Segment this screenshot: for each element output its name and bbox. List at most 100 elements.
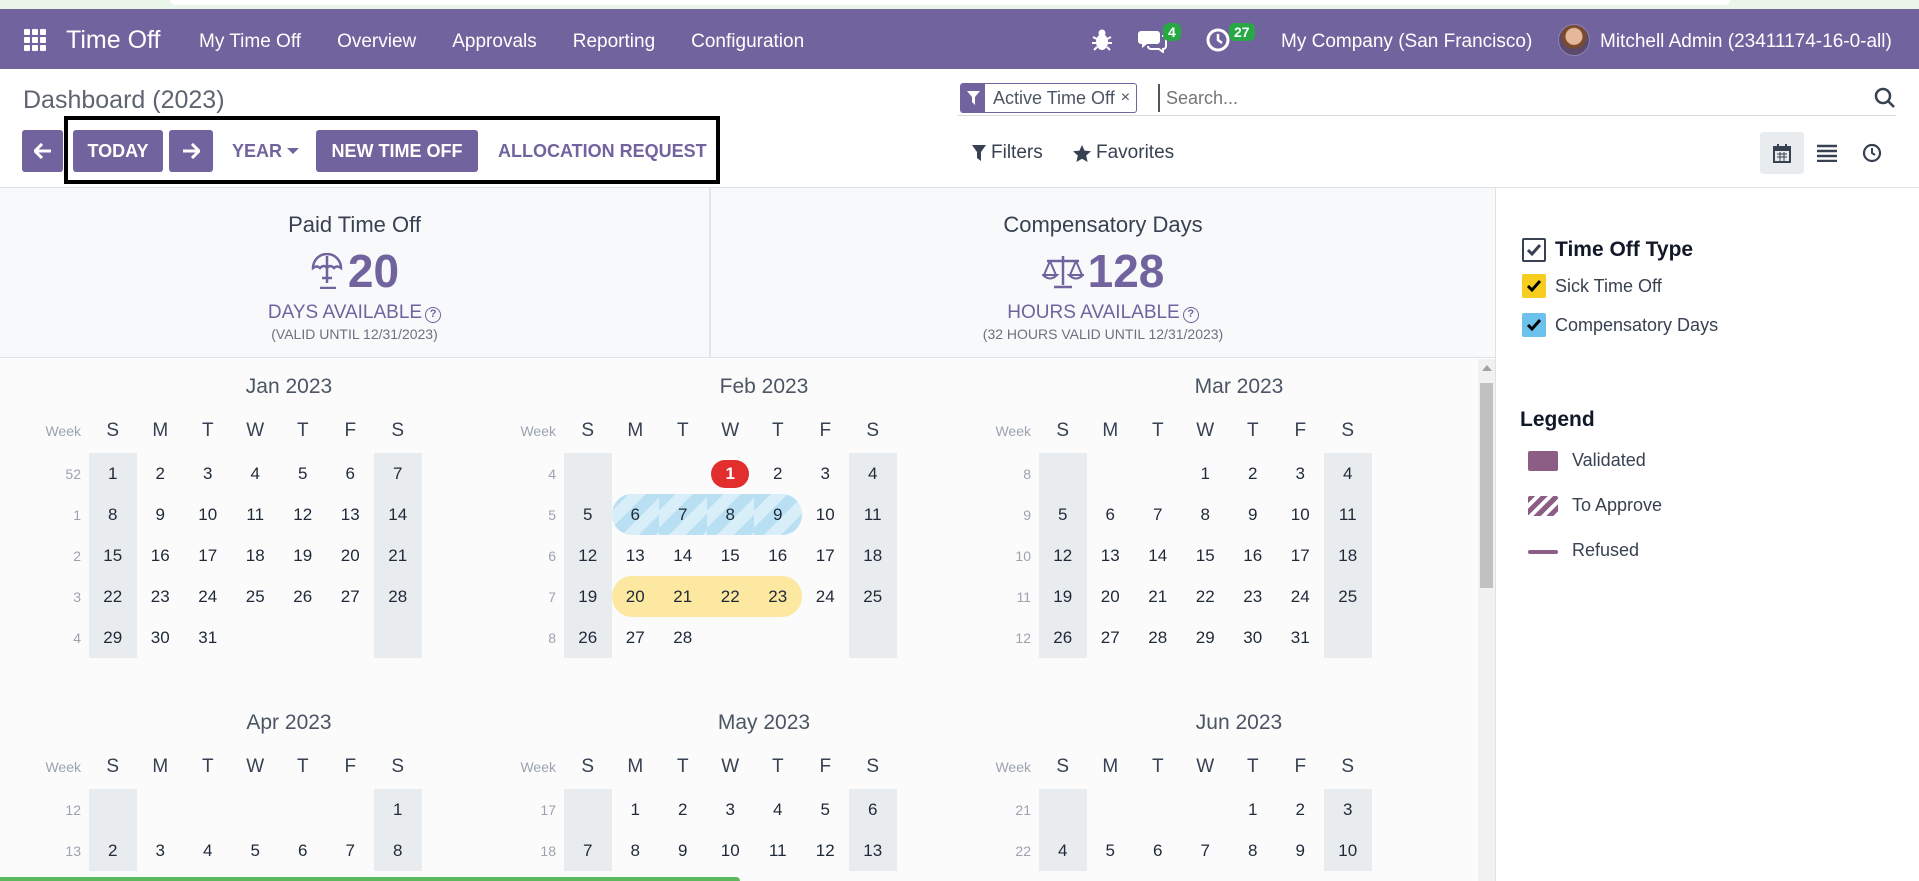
favorites-dropdown[interactable]: Favorites bbox=[1073, 142, 1174, 164]
calendar-day-sick[interactable]: 20 bbox=[611, 576, 659, 617]
calendar-day[interactable]: 24 bbox=[802, 576, 850, 617]
calendar-day[interactable]: 9 bbox=[1229, 494, 1277, 535]
question-icon[interactable]: ? bbox=[425, 307, 442, 323]
calendar-day-compensatory[interactable]: 8 bbox=[706, 494, 754, 535]
calendar-day[interactable]: 21 bbox=[374, 535, 422, 576]
today-button[interactable]: TODAY bbox=[73, 130, 163, 172]
user-menu[interactable]: Mitchell Admin (23411174-16-0-all) bbox=[1600, 31, 1892, 53]
calendar-day[interactable]: 17 bbox=[802, 535, 850, 576]
filters-dropdown[interactable]: Filters bbox=[972, 142, 1043, 164]
calendar-day[interactable]: 11 bbox=[754, 830, 802, 871]
calendar-day[interactable]: 7 bbox=[1182, 830, 1230, 871]
calendar-day[interactable]: 31 bbox=[184, 617, 232, 658]
calendar-day[interactable]: 30 bbox=[1229, 617, 1277, 658]
calendar-day[interactable]: 6 bbox=[279, 830, 327, 871]
calendar-day[interactable]: 4 bbox=[184, 830, 232, 871]
calendar-day[interactable]: 3 bbox=[1324, 789, 1372, 830]
search-input[interactable] bbox=[1158, 84, 1818, 112]
calendar-day[interactable]: 13 bbox=[327, 494, 375, 535]
year-scale-dropdown[interactable]: YEAR bbox=[232, 130, 300, 172]
search-icon[interactable] bbox=[1874, 87, 1896, 109]
calendar-day[interactable]: 20 bbox=[1087, 576, 1135, 617]
stat-paid-time-off[interactable]: Paid Time Off 20 DAYS AVAILABLE? (VALID … bbox=[0, 188, 709, 358]
calendar-day[interactable]: 6 bbox=[849, 789, 897, 830]
calendar-day[interactable]: 3 bbox=[184, 453, 232, 494]
calendar-day[interactable]: 15 bbox=[1182, 535, 1230, 576]
menu-configuration[interactable]: Configuration bbox=[691, 31, 804, 53]
calendar-day[interactable]: 4 bbox=[849, 453, 897, 494]
calendar-day[interactable]: 7 bbox=[1134, 494, 1182, 535]
app-name[interactable]: Time Off bbox=[66, 26, 160, 55]
calendar-day[interactable]: 13 bbox=[612, 535, 660, 576]
question-icon[interactable]: ? bbox=[1182, 307, 1199, 323]
calendar-day[interactable]: 3 bbox=[707, 789, 755, 830]
calendar-day[interactable]: 5 bbox=[564, 494, 612, 535]
calendar-day[interactable]: 11 bbox=[1324, 494, 1372, 535]
calendar-day-compensatory[interactable]: 9 bbox=[754, 494, 802, 535]
calendar-day[interactable]: 25 bbox=[849, 576, 897, 617]
calendar-day[interactable]: 27 bbox=[612, 617, 660, 658]
calendar-day[interactable]: 15 bbox=[707, 535, 755, 576]
calendar-scrollbar[interactable] bbox=[1478, 359, 1495, 881]
calendar-day[interactable]: 23 bbox=[1229, 576, 1277, 617]
calendar-day[interactable]: 12 bbox=[279, 494, 327, 535]
calendar-day-sick[interactable]: 23 bbox=[754, 576, 802, 617]
stat-compensatory-days[interactable]: Compensatory Days 128 HOURS AVAILABLE? (… bbox=[711, 188, 1495, 358]
calendar-day[interactable]: 7 bbox=[374, 453, 422, 494]
calendar-day[interactable]: 2 bbox=[659, 789, 707, 830]
calendar-day[interactable]: 2 bbox=[137, 453, 185, 494]
calendar-day[interactable]: 28 bbox=[1134, 617, 1182, 658]
previous-button[interactable] bbox=[22, 130, 63, 172]
calendar-day[interactable]: 14 bbox=[1134, 535, 1182, 576]
time-off-type-filter[interactable]: Time Off Type bbox=[1522, 238, 1693, 262]
calendar-day[interactable]: 10 bbox=[707, 830, 755, 871]
calendar-day[interactable]: 11 bbox=[849, 494, 897, 535]
activity-view-button[interactable] bbox=[1850, 132, 1894, 174]
bug-icon[interactable] bbox=[1090, 27, 1114, 53]
calendar-day[interactable]: 4 bbox=[754, 789, 802, 830]
calendar-day[interactable]: 23 bbox=[137, 576, 185, 617]
calendar-day[interactable]: 8 bbox=[1182, 494, 1230, 535]
calendar-day[interactable]: 16 bbox=[754, 535, 802, 576]
next-button[interactable] bbox=[169, 130, 213, 172]
calendar-day[interactable]: 9 bbox=[137, 494, 185, 535]
filter-sick-time-off[interactable]: Sick Time Off bbox=[1522, 274, 1662, 298]
calendar-day[interactable]: 18 bbox=[849, 535, 897, 576]
menu-approvals[interactable]: Approvals bbox=[452, 31, 537, 53]
calendar-day[interactable]: 22 bbox=[1182, 576, 1230, 617]
scrollbar-thumb[interactable] bbox=[1480, 383, 1493, 588]
calendar-day[interactable]: 5 bbox=[802, 789, 850, 830]
calendar-day[interactable]: 7 bbox=[564, 830, 612, 871]
calendar-day[interactable]: 20 bbox=[327, 535, 375, 576]
calendar-day[interactable]: 18 bbox=[1324, 535, 1372, 576]
calendar-day-sick[interactable]: 21 bbox=[659, 576, 707, 617]
calendar-day[interactable]: 5 bbox=[1087, 830, 1135, 871]
calendar-day-compensatory[interactable]: 6 bbox=[611, 494, 659, 535]
calendar-day[interactable]: 24 bbox=[1277, 576, 1325, 617]
calendar-day[interactable]: 27 bbox=[327, 576, 375, 617]
calendar-day[interactable]: 8 bbox=[89, 494, 137, 535]
calendar-day[interactable]: 26 bbox=[279, 576, 327, 617]
calendar-day[interactable]: 22 bbox=[89, 576, 137, 617]
filter-compensatory-days[interactable]: Compensatory Days bbox=[1522, 313, 1718, 337]
calendar-day[interactable]: 16 bbox=[1229, 535, 1277, 576]
checkbox-checked-icon[interactable] bbox=[1522, 313, 1546, 337]
checkbox-checked-icon[interactable] bbox=[1522, 238, 1546, 262]
calendar-day[interactable]: 3 bbox=[137, 830, 185, 871]
calendar-day[interactable]: 26 bbox=[564, 617, 612, 658]
calendar-day[interactable]: 14 bbox=[374, 494, 422, 535]
calendar-day[interactable]: 9 bbox=[1277, 830, 1325, 871]
calendar-day[interactable]: 27 bbox=[1087, 617, 1135, 658]
calendar-day[interactable]: 12 bbox=[802, 830, 850, 871]
calendar-day[interactable]: 8 bbox=[1229, 830, 1277, 871]
calendar-day[interactable]: 6 bbox=[327, 453, 375, 494]
calendar-day[interactable]: 18 bbox=[232, 535, 280, 576]
calendar-day[interactable]: 10 bbox=[1324, 830, 1372, 871]
calendar-day[interactable]: 1 bbox=[1229, 789, 1277, 830]
calendar-day[interactable]: 3 bbox=[1277, 453, 1325, 494]
calendar-day[interactable]: 17 bbox=[184, 535, 232, 576]
user-avatar[interactable] bbox=[1558, 24, 1590, 56]
calendar-day[interactable]: 6 bbox=[1087, 494, 1135, 535]
calendar-day[interactable]: 1 bbox=[1182, 453, 1230, 494]
calendar-day[interactable]: 13 bbox=[1087, 535, 1135, 576]
